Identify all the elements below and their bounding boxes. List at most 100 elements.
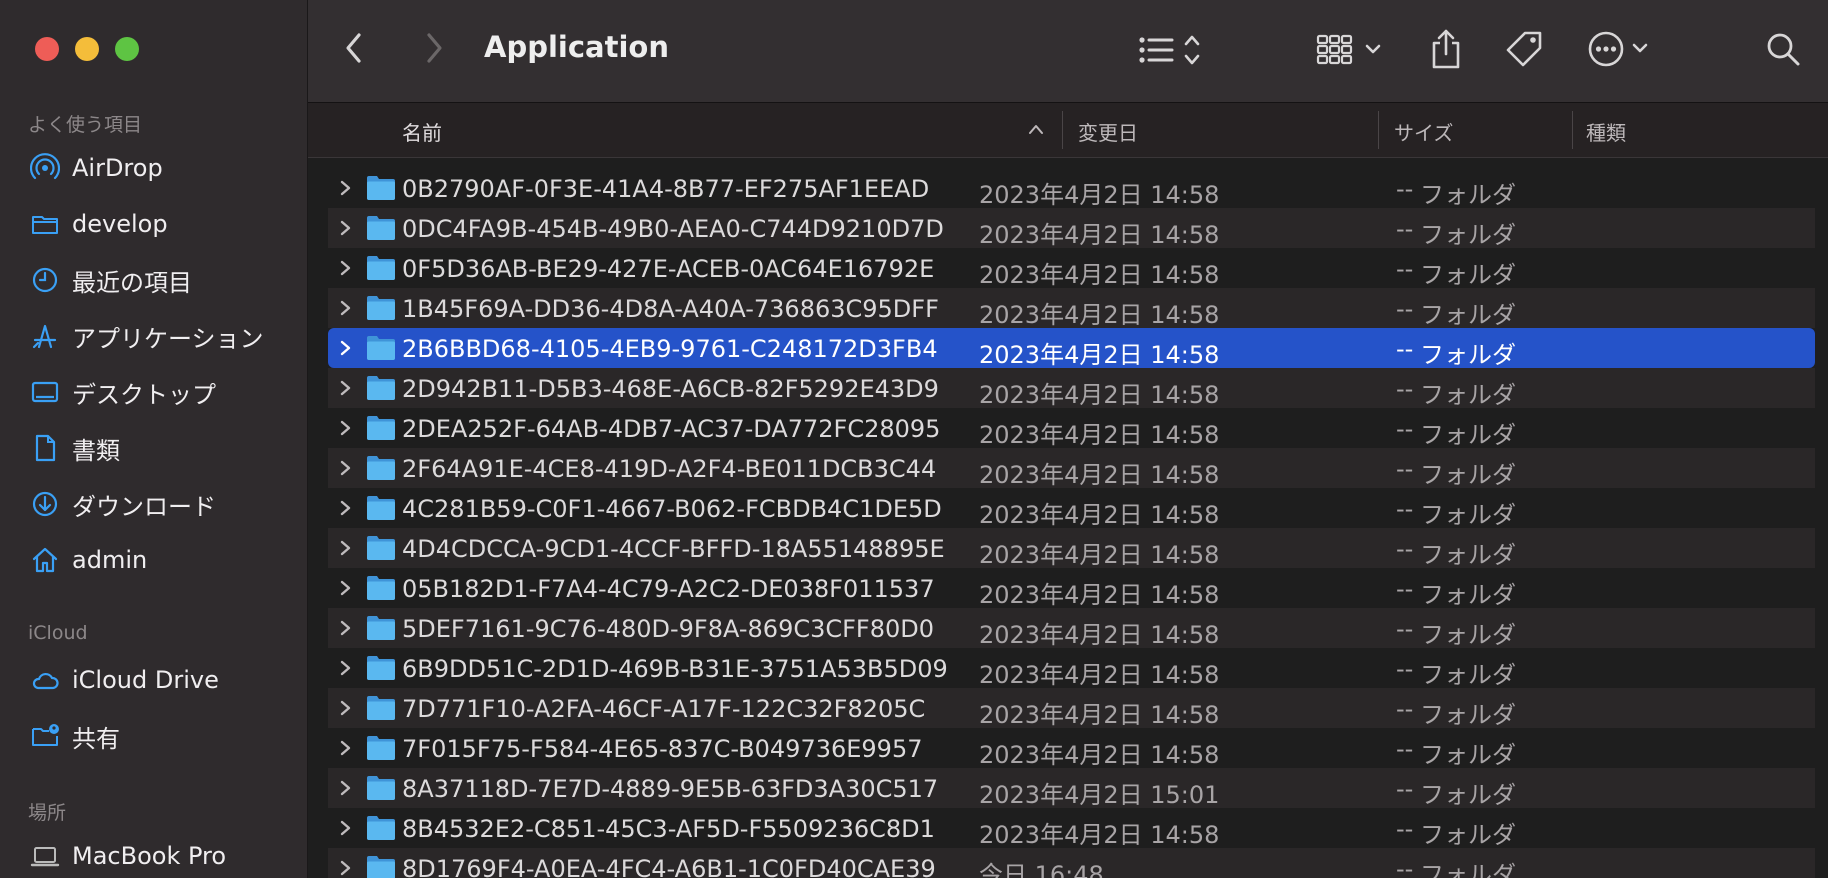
sidebar-item[interactable]: iCloud Drive — [28, 660, 219, 700]
sidebar-item[interactable]: MacBook Pro — [28, 836, 226, 876]
column-separator[interactable] — [1062, 111, 1063, 149]
file-name: 0DC4FA9B-454B-49B0-AEA0-C744D9210D7D — [402, 215, 944, 243]
sidebar-item[interactable]: 共有 — [28, 716, 120, 756]
file-kind: フォルダ — [1420, 781, 1516, 809]
table-row[interactable]: 0DC4FA9B-454B-49B0-AEA0-C744D9210D7D 2023… — [328, 208, 1815, 249]
disclosure-chevron-icon[interactable] — [338, 254, 354, 282]
folder-icon — [366, 173, 396, 201]
disclosure-chevron-icon[interactable] — [338, 534, 354, 562]
disclosure-chevron-icon[interactable] — [338, 734, 354, 762]
folder-icon — [366, 533, 396, 561]
folder-icon — [366, 613, 396, 641]
column-separator[interactable] — [1572, 111, 1573, 149]
disclosure-chevron-icon[interactable] — [338, 414, 354, 442]
date-modified: 今日 16:48 — [979, 861, 1104, 878]
file-kind: フォルダ — [1420, 381, 1516, 409]
table-row[interactable]: 2DEA252F-64AB-4DB7-AC37-DA772FC28095 2023… — [328, 408, 1815, 449]
table-row[interactable]: 4D4CDCCA-9CD1-4CCF-BFFD-18A55148895E 2023… — [328, 528, 1815, 569]
table-row[interactable]: 4C281B59-C0F1-4667-B062-FCBDB4C1DE5D 2023… — [328, 488, 1815, 529]
table-row[interactable]: 1B45F69A-DD36-4D8A-A40A-736863C95DFF 2023… — [328, 288, 1815, 329]
close-window-button[interactable] — [35, 37, 59, 61]
disclosure-chevron-icon[interactable] — [338, 454, 354, 482]
sidebar-item[interactable]: AirDrop — [28, 148, 163, 188]
search-icon — [1767, 33, 1800, 66]
folder-icon — [366, 293, 396, 321]
disclosure-chevron-icon[interactable] — [338, 334, 354, 362]
table-row[interactable]: 0F5D36AB-BE29-427E-ACEB-0AC64E16792E 2023… — [328, 248, 1815, 289]
table-row[interactable]: 2F64A91E-4CE8-419D-A2F4-BE011DCB3C44 2023… — [328, 448, 1815, 489]
tag-button[interactable] — [1500, 24, 1548, 74]
table-row[interactable]: 0B2790AF-0F3E-41A4-8B77-EF275AF1EEAD 2023… — [328, 168, 1815, 209]
folder-icon — [366, 333, 396, 361]
sidebar-item[interactable]: ダウンロード — [28, 484, 216, 524]
table-row[interactable]: 8B4532E2-C851-45C3-AF5D-F5509236C8D1 2023… — [328, 808, 1815, 849]
table-row[interactable]: 8A37118D-7E7D-4889-9E5B-63FD3A30C517 2023… — [328, 768, 1815, 809]
more-actions-button[interactable] — [1586, 26, 1666, 72]
disclosure-chevron-icon[interactable] — [338, 654, 354, 682]
disclosure-chevron-icon[interactable] — [338, 494, 354, 522]
disclosure-chevron-icon[interactable] — [338, 374, 354, 402]
disclosure-chevron-icon[interactable] — [338, 574, 354, 602]
search-button[interactable] — [1760, 26, 1806, 72]
file-size: -- — [1396, 495, 1414, 523]
table-row[interactable]: 05B182D1-F7A4-4C79-A2C2-DE038F011537 2023… — [328, 568, 1815, 609]
disclosure-chevron-icon[interactable] — [338, 294, 354, 322]
minimize-window-button[interactable] — [75, 37, 99, 61]
column-header-name[interactable]: 名前 — [402, 117, 442, 146]
column-separator[interactable] — [1378, 111, 1379, 149]
list-view-icon — [1139, 35, 1200, 65]
view-options-button[interactable] — [1136, 28, 1216, 72]
table-row[interactable]: 8D1769F4-A0EA-4FC4-A6B1-1C0FD40CAE39 今日 1… — [328, 848, 1815, 878]
sidebar-item[interactable]: アプリケーション — [28, 316, 264, 356]
table-row[interactable]: 7D771F10-A2FA-46CF-A17F-122C32F8205C 2023… — [328, 688, 1815, 729]
back-button[interactable] — [334, 28, 374, 68]
sidebar-item[interactable]: デスクトップ — [28, 372, 216, 412]
share-button[interactable] — [1424, 24, 1468, 74]
table-row[interactable]: 6B9DD51C-2D1D-469B-B31E-3751A53B5D09 2023… — [328, 648, 1815, 689]
disclosure-chevron-icon[interactable] — [338, 214, 354, 242]
disclosure-chevron-icon[interactable] — [338, 174, 354, 202]
table-row[interactable]: 2D942B11-D5B3-468E-A6CB-82F5292E43D9 2023… — [328, 368, 1815, 409]
date-modified: 2023年4月2日 14:58 — [979, 261, 1220, 289]
sidebar-section-header: 場所 — [28, 802, 67, 824]
disclosure-chevron-icon[interactable] — [338, 774, 354, 802]
date-modified: 2023年4月2日 14:58 — [979, 501, 1220, 529]
file-kind: フォルダ — [1420, 461, 1516, 489]
folder-icon — [28, 207, 62, 241]
sidebar-item[interactable]: develop — [28, 204, 168, 244]
group-button[interactable] — [1316, 28, 1396, 72]
disclosure-chevron-icon[interactable] — [338, 814, 354, 842]
sidebar-item[interactable]: 書類 — [28, 428, 120, 468]
file-name: 0F5D36AB-BE29-427E-ACEB-0AC64E16792E — [402, 255, 935, 283]
file-size: -- — [1396, 735, 1414, 763]
folder-icon — [366, 373, 396, 401]
folder-icon — [366, 653, 396, 681]
file-name: 8A37118D-7E7D-4889-9E5B-63FD3A30C517 — [402, 775, 939, 803]
disclosure-chevron-icon[interactable] — [338, 694, 354, 722]
zoom-window-button[interactable] — [115, 37, 139, 61]
column-header-kind[interactable]: 種類 — [1586, 117, 1626, 146]
table-row-selected[interactable]: 2B6BBD68-4105-4EB9-9761-C248172D3FB4 2023… — [328, 328, 1815, 369]
sidebar-item[interactable]: 最近の項目 — [28, 260, 192, 300]
file-name: 4C281B59-C0F1-4667-B062-FCBDB4C1DE5D — [402, 495, 942, 523]
folder-icon — [366, 773, 396, 801]
disclosure-chevron-icon[interactable] — [338, 854, 354, 878]
file-size: -- — [1396, 375, 1414, 403]
column-header-size[interactable]: サイズ — [1394, 117, 1453, 146]
sidebar-item-label: admin — [72, 546, 148, 574]
file-name: 4D4CDCCA-9CD1-4CCF-BFFD-18A55148895E — [402, 535, 945, 563]
sidebar-item[interactable]: admin — [28, 540, 147, 580]
window-title: Application — [484, 30, 669, 64]
folder-icon — [366, 813, 396, 841]
forward-button[interactable] — [414, 28, 454, 68]
file-kind: フォルダ — [1420, 221, 1516, 249]
folder-icon — [366, 733, 396, 761]
sidebar-item-label: develop — [72, 210, 168, 238]
table-row[interactable]: 5DEF7161-9C76-480D-9F8A-869C3CFF80D0 2023… — [328, 608, 1815, 649]
file-size: -- — [1396, 855, 1414, 878]
column-header-date[interactable]: 変更日 — [1078, 117, 1138, 146]
sidebar-item-label: 共有 — [72, 724, 120, 753]
file-name: 2D942B11-D5B3-468E-A6CB-82F5292E43D9 — [402, 375, 939, 403]
table-row[interactable]: 7F015F75-F584-4E65-837C-B049736E9957 2023… — [328, 728, 1815, 769]
disclosure-chevron-icon[interactable] — [338, 614, 354, 642]
